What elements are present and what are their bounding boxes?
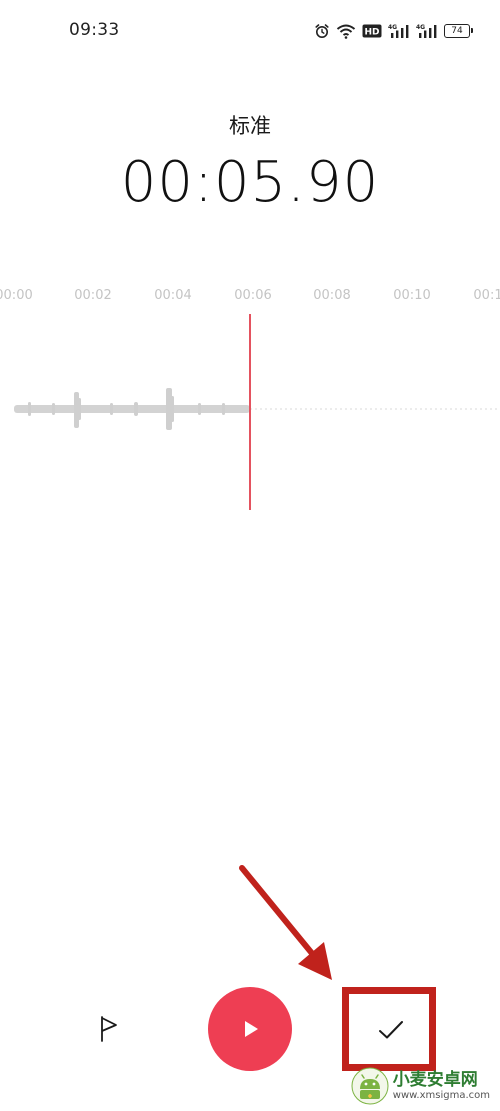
play-button[interactable]: [208, 987, 292, 1071]
play-icon: [245, 1021, 258, 1037]
status-icons: HD 4G 4G 74: [314, 20, 473, 42]
tick-label: 00:10: [393, 288, 431, 303]
recording-mode-label: 标准: [229, 114, 271, 138]
status-bar: 09:33 HD 4G 4G 74: [0, 0, 500, 62]
annotation-arrow: [239, 865, 332, 980]
tick-label: 00:1: [473, 288, 500, 303]
battery-icon: 74: [444, 24, 473, 38]
svg-text:4G: 4G: [416, 24, 425, 31]
tick-label: 00:06: [234, 288, 272, 303]
svg-text:HD: HD: [364, 28, 379, 38]
svg-text:4G: 4G: [388, 24, 397, 31]
status-time: 09:33: [69, 20, 120, 40]
elapsed-timer: 00:05.90: [120, 150, 380, 215]
battery-level: 74: [451, 25, 463, 36]
watermark-title: 小麦安卓网: [392, 1070, 478, 1091]
watermark-url: www.xmsigma.com: [392, 1089, 490, 1101]
save-recording-button[interactable]: [353, 996, 429, 1064]
wifi-icon: [336, 23, 356, 39]
flag-button[interactable]: [84, 1000, 134, 1058]
flag-icon: [101, 1016, 117, 1042]
hd-icon: HD: [362, 23, 382, 39]
alarm-icon: [314, 23, 330, 39]
tick-label: 00:00: [0, 288, 33, 303]
signal-4g-icon: 4G: [388, 23, 410, 39]
tick-label: 00:02: [74, 288, 112, 303]
tick-label: 00:08: [313, 288, 351, 303]
playhead[interactable]: [249, 314, 251, 510]
android-logo-icon: [351, 1067, 389, 1105]
tick-label: 00:04: [154, 288, 192, 303]
check-icon: [379, 1021, 403, 1039]
signal-4g-icon: 4G: [416, 23, 438, 39]
watermark: 小麦安卓网 www.xmsigma.com: [351, 1067, 490, 1105]
